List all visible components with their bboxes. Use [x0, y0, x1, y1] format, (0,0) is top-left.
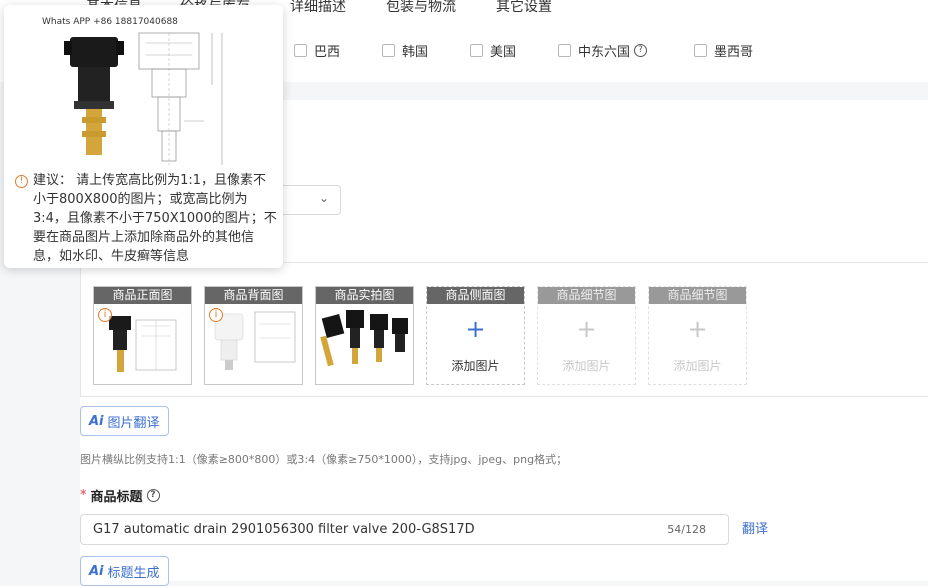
warning-icon: i [209, 308, 223, 322]
plus-icon: + [576, 315, 597, 343]
tab-other-settings[interactable]: 其它设置 [496, 0, 552, 16]
required-mark: * [80, 488, 87, 503]
country-checkbox-korea[interactable]: 韩国 [382, 41, 428, 60]
country-label: 巴西 [314, 45, 341, 60]
image-slot-back[interactable]: 商品背面图 i [204, 286, 303, 385]
slot-title: 商品细节图 [538, 287, 635, 304]
add-image-label: 添加图片 [451, 359, 500, 373]
warning-icon: ! [15, 175, 28, 188]
slot-title: 商品侧面图 [427, 287, 524, 304]
image-format-hint: 图片横纵比例支持1:1（像素≥800*800）或3:4（像素≥750*1000）… [80, 453, 568, 466]
slot-title: 商品背面图 [205, 287, 302, 304]
button-label: 标题生成 [107, 565, 160, 581]
guideline-text: 建议： 请上传宽高比例为1:1，且像素不小于800X800的图片；或宽高比例为3… [33, 173, 277, 264]
add-image-label: 添加图片 [562, 359, 611, 373]
product-title-input[interactable]: G17 automatic drain 2901056300 filter va… [80, 514, 729, 545]
tab-detail-description[interactable]: 详细描述 [290, 0, 346, 16]
image-slot-detail-2: 商品细节图 + 添加图片 [648, 286, 747, 385]
country-label: 美国 [490, 45, 517, 60]
country-checkbox-mexico[interactable]: 墨西哥 [694, 41, 753, 60]
country-label: 中东六国 [578, 45, 631, 60]
checkbox-box[interactable] [470, 44, 483, 57]
help-icon[interactable]: ? [146, 489, 160, 502]
char-counter: 54/128 [667, 523, 706, 536]
plus-icon: + [687, 315, 708, 343]
country-checkbox-middle-east[interactable]: 中东六国 ? [558, 41, 648, 60]
ai-icon: Ai [89, 413, 104, 429]
title-generate-button[interactable]: Ai 标题生成 [80, 556, 169, 586]
tab-packaging-logistics[interactable]: 包装与物流 [386, 0, 456, 16]
product-preview-image [64, 32, 223, 165]
ai-icon: Ai [89, 563, 104, 579]
slot-title: 商品细节图 [649, 287, 746, 304]
field-label: 商品标题 [90, 490, 143, 505]
country-checkbox-brazil[interactable]: 巴西 [294, 41, 340, 60]
warning-icon: i [98, 308, 112, 322]
image-translate-button[interactable]: Ai 图片翻译 [80, 406, 169, 436]
button-label: 图片翻译 [107, 415, 160, 431]
checkbox-box[interactable] [294, 44, 307, 57]
image-slot-side[interactable]: 商品侧面图 + 添加图片 [426, 286, 525, 385]
input-value: G17 automatic drain 2901056300 filter va… [93, 522, 475, 537]
title-translate-link[interactable]: 翻译 [742, 518, 768, 537]
product-title-label: * 商品标题 ? [80, 486, 160, 505]
slot-title: 商品正面图 [94, 287, 191, 304]
checkbox-box[interactable] [382, 44, 395, 57]
watermark-text: Whats APP +86 18817040688 [42, 17, 178, 27]
country-label: 墨西哥 [714, 45, 754, 60]
checkbox-box[interactable] [694, 44, 707, 57]
slot-title: 商品实拍图 [316, 287, 413, 304]
chevron-down-icon: ⌄ [318, 191, 329, 205]
image-slot-front[interactable]: 商品正面图 i [93, 286, 192, 385]
add-image-label: 添加图片 [673, 359, 722, 373]
image-guideline-tooltip: Whats APP +86 18817040688 ! 建议： 请上传宽高比例为… [4, 5, 283, 268]
help-icon[interactable]: ? [634, 44, 648, 57]
product-image-thumbnail [320, 310, 408, 367]
country-label: 韩国 [402, 45, 429, 60]
image-slot-detail-1: 商品细节图 + 添加图片 [537, 286, 636, 385]
image-slot-real-photo[interactable]: 商品实拍图 [315, 286, 414, 385]
checkbox-box[interactable] [558, 44, 571, 57]
country-checkbox-usa[interactable]: 美国 [470, 41, 516, 60]
plus-icon: + [465, 315, 486, 343]
